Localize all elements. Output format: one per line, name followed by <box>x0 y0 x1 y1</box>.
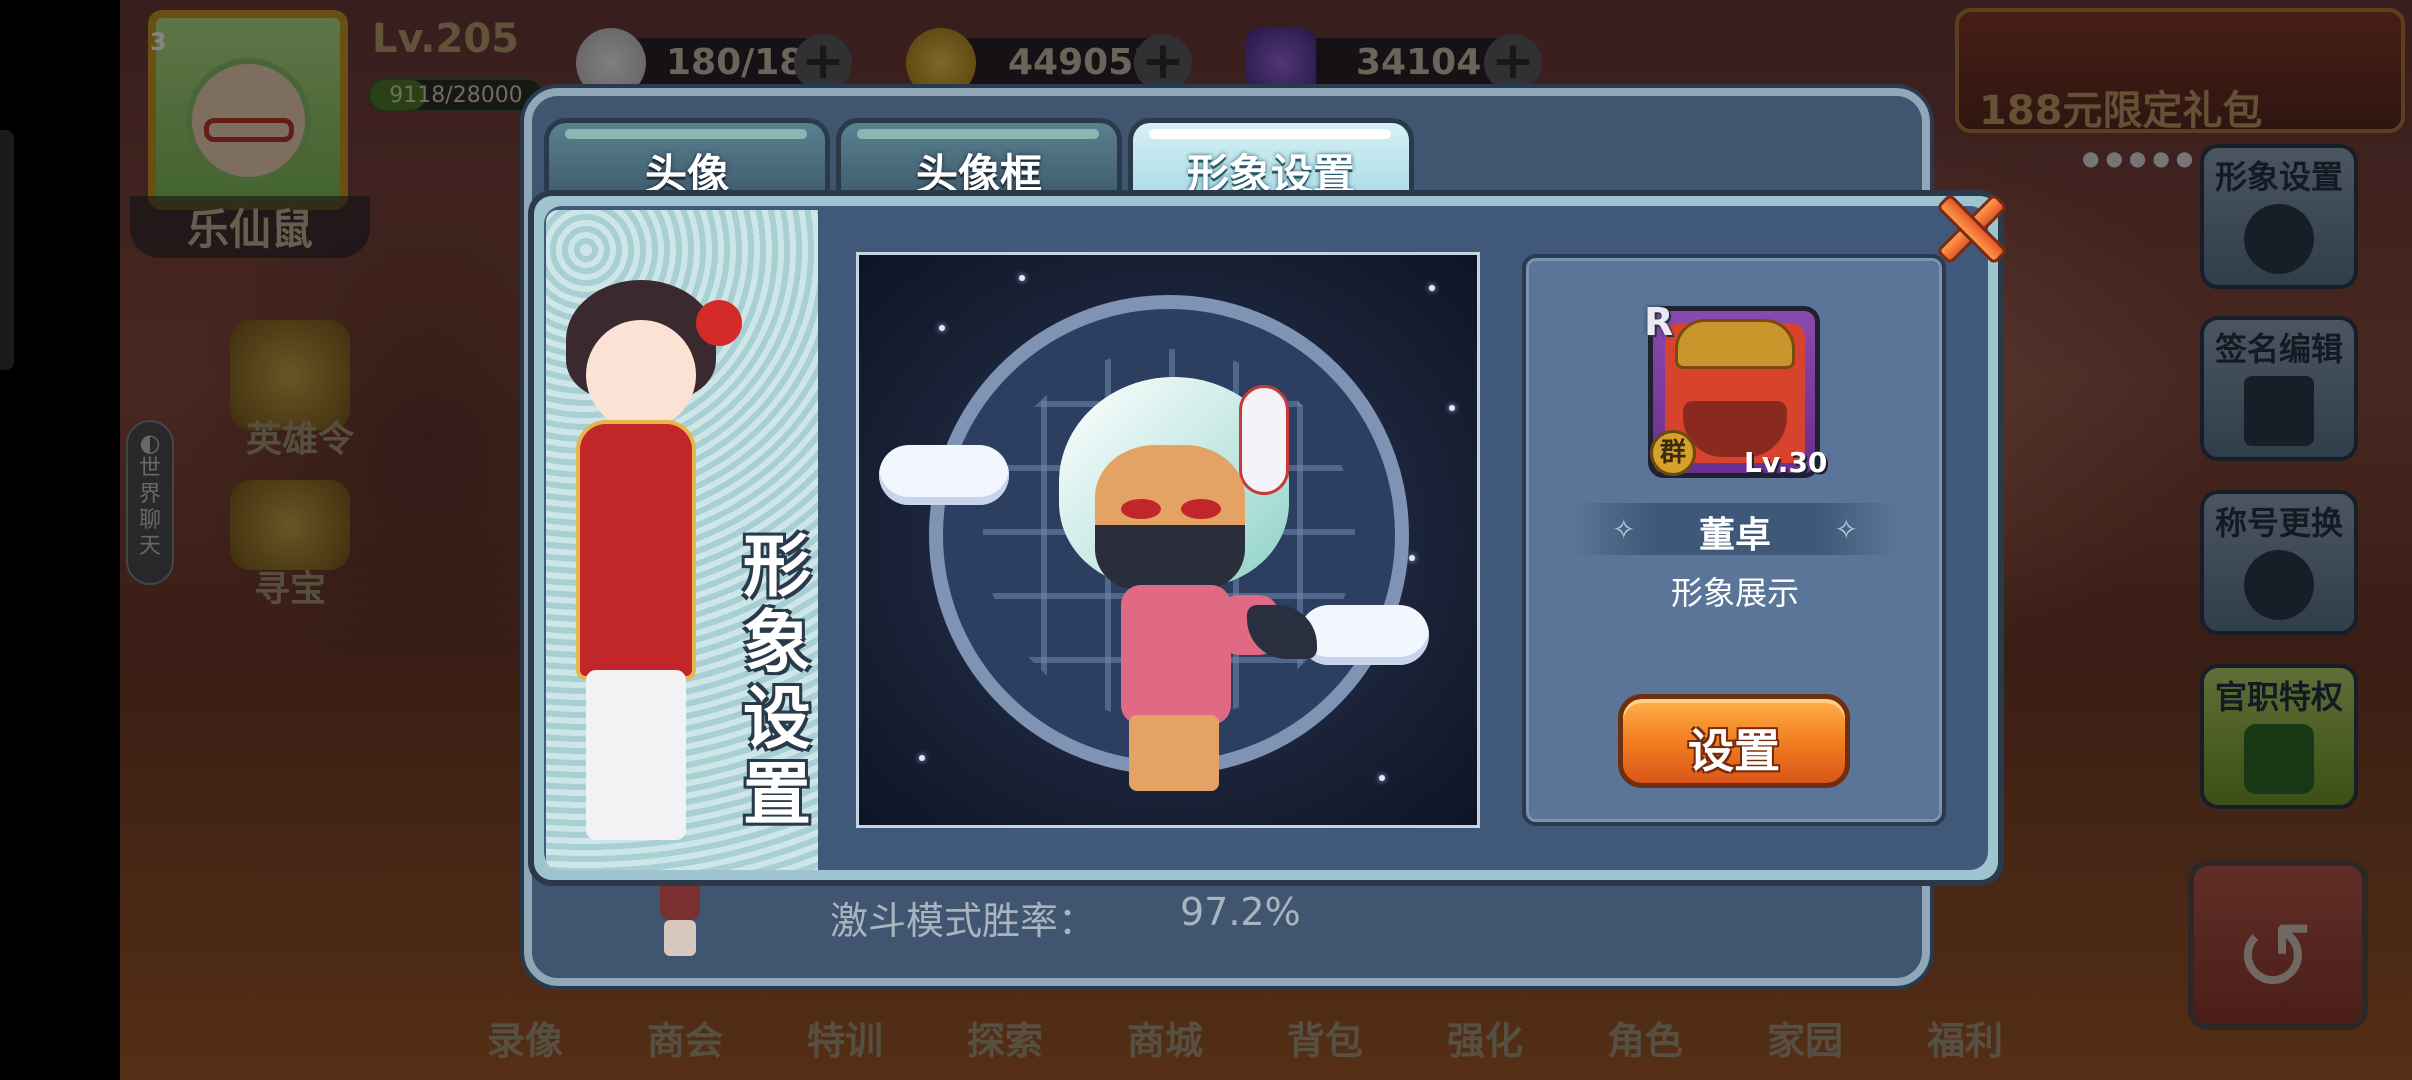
star <box>1379 775 1385 781</box>
star <box>919 755 925 761</box>
character-eye-right <box>1181 499 1221 519</box>
character-legs <box>1129 715 1219 791</box>
tab-avatar[interactable]: 头像 <box>544 118 830 200</box>
faction-badge: 群 <box>1650 430 1696 476</box>
left-black-bar <box>0 0 120 1080</box>
tab-highlight <box>857 129 1099 139</box>
rarity-badge: R <box>1644 300 1674 344</box>
side-title-char-3: 设 <box>742 680 811 759</box>
tab-highlight <box>565 129 807 139</box>
flower-icon <box>696 300 742 346</box>
side-title-char-2: 象 <box>742 604 811 683</box>
side-title-char-1: 形 <box>742 528 811 607</box>
win-rate-row: 激斗模式胜率： 97.2% <box>830 890 1301 945</box>
star <box>1409 555 1415 561</box>
win-rate-label: 激斗模式胜率： <box>830 899 1097 943</box>
tab-appearance[interactable]: 形象设置 <box>1128 118 1414 200</box>
cloud-left <box>879 445 1009 505</box>
set-button[interactable]: 设置 <box>1618 694 1850 788</box>
character-kimono <box>1121 585 1231 725</box>
side-title-char-4: 置 <box>742 756 811 835</box>
star <box>939 325 945 331</box>
fox-mask <box>1239 385 1289 495</box>
hero-name: 董卓 <box>1698 515 1771 556</box>
win-rate-value: 97.2% <box>1180 890 1301 934</box>
tab-avatar-frame[interactable]: 头像框 <box>836 118 1122 200</box>
hero-helmet <box>1675 319 1795 369</box>
star <box>1429 285 1435 291</box>
girl-dress <box>576 420 696 680</box>
girl-face <box>586 320 696 430</box>
set-button-label: 设置 <box>1688 724 1780 778</box>
side-title: 形 象 设 置 <box>742 530 812 834</box>
character-face-mask <box>1095 525 1245 589</box>
star <box>1019 275 1025 281</box>
hero-subtitle: 形象展示 <box>1670 574 1799 612</box>
tab-highlight <box>1149 129 1391 139</box>
hero-level: Lv.30 <box>1744 446 1828 479</box>
side-illustration: 形 象 设 置 <box>546 210 818 870</box>
cloud-right <box>1299 605 1429 665</box>
notch <box>0 130 14 370</box>
character-eye-left <box>1121 499 1161 519</box>
girl-legs <box>586 670 686 840</box>
star <box>1449 405 1455 411</box>
close-icon[interactable] <box>1934 192 2009 266</box>
character-stage <box>856 252 1480 828</box>
